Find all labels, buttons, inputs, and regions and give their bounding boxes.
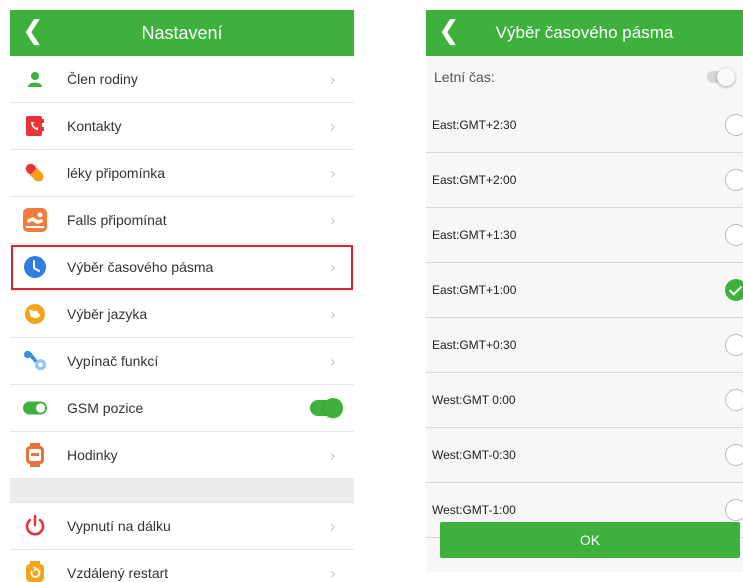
timezone-option[interactable]: West:GMT-0:30 xyxy=(426,428,743,483)
settings-item-label: Vypnutí na dálku xyxy=(67,518,171,534)
settings-item-falls-reminder[interactable]: Falls připomínat › xyxy=(10,197,354,244)
settings-item-label: Člen rodiny xyxy=(67,71,138,87)
settings-item-gsm-position: GSM pozice xyxy=(10,385,354,432)
timezone-label: West:GMT-0:30 xyxy=(432,448,516,462)
radio-unchecked-icon[interactable] xyxy=(725,444,743,466)
timezone-label: East:GMT+1:00 xyxy=(432,283,517,297)
settings-item-label: Kontakty xyxy=(67,118,122,134)
settings-item-label: Hodinky xyxy=(67,447,118,463)
timezone-label: East:GMT+1:30 xyxy=(432,228,517,242)
timezone-screen: ❮ Výběr časového pásma Letní čas: East:G… xyxy=(426,10,743,572)
radio-unchecked-icon[interactable] xyxy=(725,389,743,411)
chevron-right-icon: › xyxy=(329,116,336,136)
settings-item-timezone[interactable]: Výběr časového pásma › xyxy=(10,244,354,291)
timezone-label: East:GMT+2:30 xyxy=(432,118,517,132)
timezone-header: ❮ Výběr časového pásma xyxy=(426,10,743,56)
section-divider xyxy=(10,479,354,503)
globe-icon xyxy=(23,302,47,326)
gsm-toggle-icon xyxy=(23,396,47,420)
radio-unchecked-icon[interactable] xyxy=(725,169,743,191)
page-title: Nastavení xyxy=(141,22,223,43)
settings-item-label: Výběr jazyka xyxy=(67,306,148,322)
summer-time-label: Letní čas: xyxy=(434,69,495,85)
settings-item-label: Vzdálený restart xyxy=(67,565,169,581)
chevron-right-icon: › xyxy=(329,304,336,324)
page-title: Výběr časového pásma xyxy=(495,23,674,42)
timezone-label: East:GMT+2:00 xyxy=(432,173,517,187)
clock-icon xyxy=(23,255,47,279)
settings-item-remote-shutdown[interactable]: Vypnutí na dálku › xyxy=(10,503,354,550)
radio-unchecked-icon[interactable] xyxy=(725,499,743,521)
contacts-icon xyxy=(23,114,47,138)
settings-item-language[interactable]: Výběr jazyka › xyxy=(10,291,354,338)
power-icon xyxy=(23,514,47,538)
back-button[interactable]: ❮ xyxy=(22,16,44,46)
settings-item-remote-restart[interactable]: Vzdálený restart › xyxy=(10,550,354,582)
radio-unchecked-icon[interactable] xyxy=(725,114,743,136)
family-member-icon xyxy=(23,67,47,91)
chevron-right-icon: › xyxy=(329,445,336,465)
timezone-label: East:GMT+0:30 xyxy=(432,338,517,352)
chevron-right-icon: › xyxy=(329,563,336,582)
back-button[interactable]: ❮ xyxy=(438,16,460,46)
timezone-option[interactable]: East:GMT+0:30 xyxy=(426,318,743,373)
timezone-option[interactable]: East:GMT+2:30 xyxy=(426,98,743,153)
settings-item-label: GSM pozice xyxy=(67,400,144,416)
settings-item-watch[interactable]: Hodinky › xyxy=(10,432,354,479)
settings-item-label: Falls připomínat xyxy=(67,212,167,228)
ok-button[interactable]: OK xyxy=(440,522,740,558)
timezone-option[interactable]: West:GMT 0:00 xyxy=(426,373,743,428)
settings-item-label: Výběr časového pásma xyxy=(67,259,214,275)
chevron-right-icon: › xyxy=(329,163,336,183)
timezone-list: East:GMT+2:30 East:GMT+2:00 East:GMT+1:30 E… xyxy=(426,98,743,538)
summer-time-toggle[interactable] xyxy=(707,68,735,86)
restart-watch-icon xyxy=(23,561,47,582)
settings-header: ❮ Nastavení xyxy=(10,10,354,56)
settings-item-family-member[interactable]: Člen rodiny › xyxy=(10,56,354,103)
fall-icon xyxy=(23,208,47,232)
chevron-right-icon: › xyxy=(329,351,336,371)
settings-item-function-switch[interactable]: Vypínač funkcí › xyxy=(10,338,354,385)
radio-checked-icon[interactable] xyxy=(725,279,743,301)
settings-item-contacts[interactable]: Kontakty › xyxy=(10,103,354,150)
chevron-right-icon: › xyxy=(329,516,336,536)
chevron-right-icon: › xyxy=(329,210,336,230)
gsm-position-toggle[interactable] xyxy=(310,398,343,418)
settings-item-label: Vypínač funkcí xyxy=(67,353,159,369)
timezone-option[interactable]: East:GMT+1:30 xyxy=(426,208,743,263)
settings-item-label: léky připomínka xyxy=(67,165,166,181)
radio-unchecked-icon[interactable] xyxy=(725,224,743,246)
watch-icon xyxy=(23,443,47,467)
wrench-icon xyxy=(23,349,47,373)
timezone-label: West:GMT-1:00 xyxy=(432,503,516,517)
radio-unchecked-icon[interactable] xyxy=(725,334,743,356)
chevron-right-icon: › xyxy=(329,69,336,89)
timezone-label: West:GMT 0:00 xyxy=(432,393,516,407)
settings-screen: ❮ Nastavení Člen rodiny › Kontakty › lék… xyxy=(10,10,354,582)
pill-icon xyxy=(23,161,47,185)
chevron-right-icon: › xyxy=(329,257,336,277)
settings-item-medicine-reminder[interactable]: léky připomínka › xyxy=(10,150,354,197)
timezone-option[interactable]: East:GMT+2:00 xyxy=(426,153,743,208)
timezone-option[interactable]: East:GMT+1:00 xyxy=(426,263,743,318)
summer-time-row: Letní čas: xyxy=(426,56,743,98)
